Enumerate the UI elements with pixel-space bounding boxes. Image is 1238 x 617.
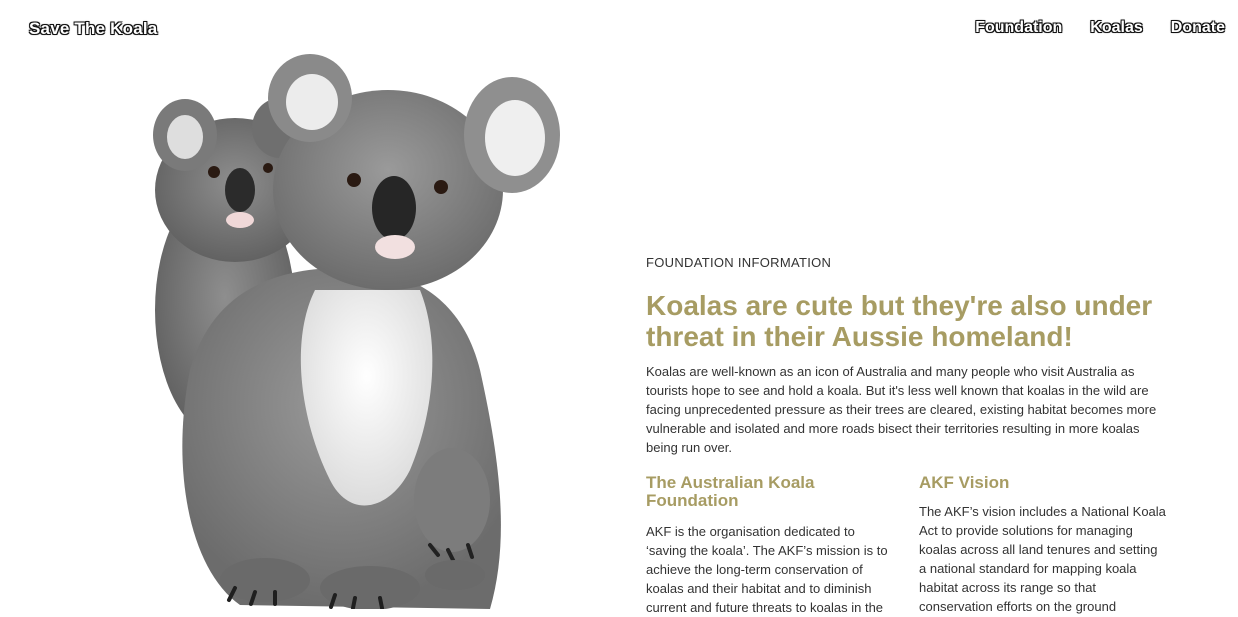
foundation-info-section: FOUNDATION INFORMATION Koalas are cute b… xyxy=(646,255,1166,617)
akf-body: AKF is the organisation dedicated to ‘sa… xyxy=(646,524,888,615)
nav-link-koalas[interactable]: Koalas xyxy=(1090,19,1142,37)
akf-vision-body: The AKF’s vision includes a National Koa… xyxy=(919,504,1166,614)
nav-link-foundation[interactable]: Foundation xyxy=(975,19,1062,37)
top-navigation: Save The Koala Foundation Koalas Donate xyxy=(0,0,1238,58)
headline-line-1: Koalas are cute but they're also under xyxy=(646,290,1153,321)
brand-logo-link[interactable]: Save The Koala xyxy=(29,19,157,39)
headline-line-2: threat in their Aussie homeland! xyxy=(646,321,1073,352)
koala-hero-image xyxy=(130,40,600,610)
info-columns: The Australian Koala Foundation AKF is t… xyxy=(646,474,1166,617)
akf-vision-column: AKF Vision The AKF’s vision includes a N… xyxy=(919,474,1166,617)
intro-paragraph: Koalas are well-known as an icon of Aust… xyxy=(646,364,1157,455)
akf-vision-title: AKF Vision xyxy=(919,473,1010,492)
page-headline: Koalas are cute but they're also under t… xyxy=(646,290,1166,352)
section-eyebrow: FOUNDATION INFORMATION xyxy=(646,255,832,270)
akf-title: The Australian Koala Foundation xyxy=(646,473,815,510)
nav-link-donate[interactable]: Donate xyxy=(1171,19,1225,37)
nav-links: Foundation Koalas Donate xyxy=(975,19,1225,37)
akf-column: The Australian Koala Foundation AKF is t… xyxy=(646,474,893,617)
